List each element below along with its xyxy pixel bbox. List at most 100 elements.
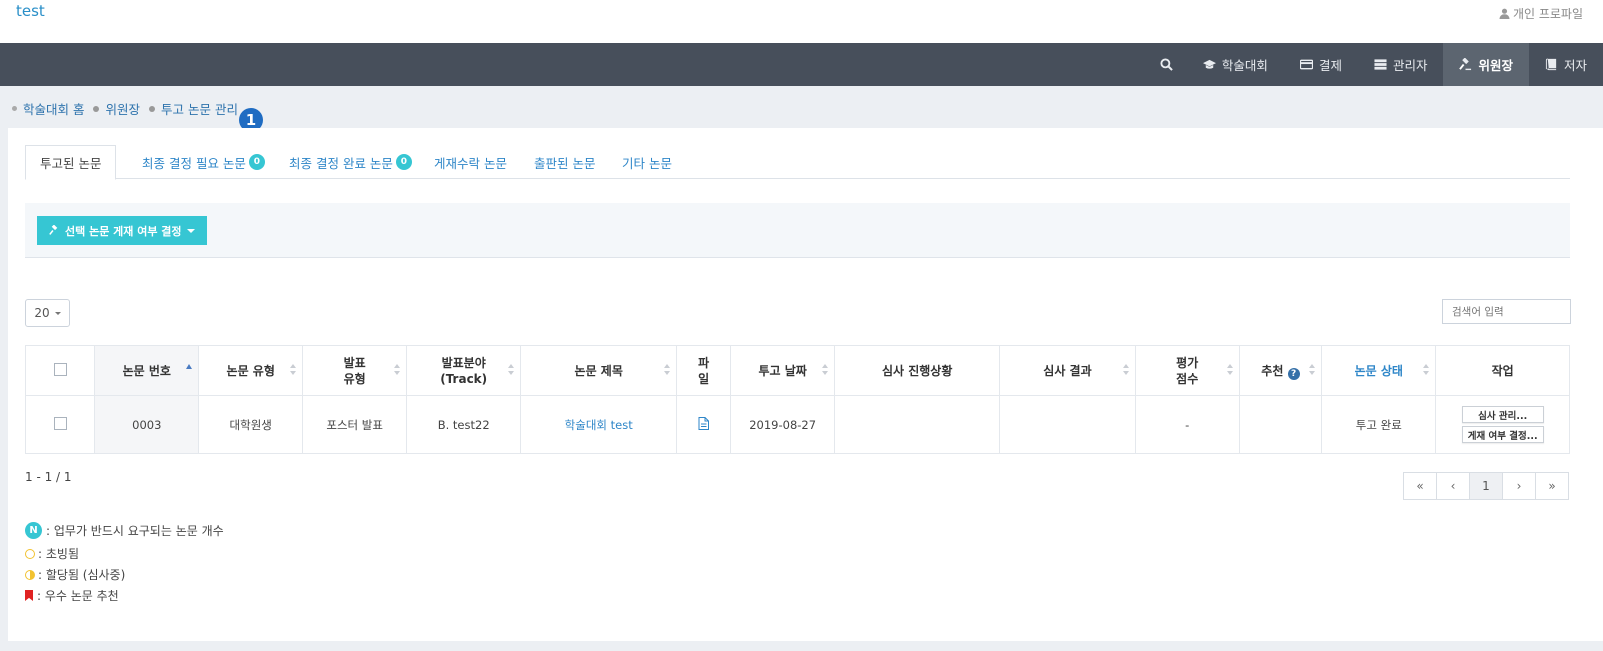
col-date[interactable]: 투고 날짜 (730, 345, 836, 396)
table-header-row: 논문 번호 논문 유형 발표 유형 발표분야 (Track) 논문 제목 파 일… (24, 345, 1570, 396)
help-icon[interactable]: ? (1287, 367, 1300, 380)
nav-search[interactable] (1146, 43, 1187, 86)
search-icon (1160, 58, 1173, 71)
home-icon (12, 106, 17, 111)
user-icon (1499, 8, 1510, 19)
breadcrumb-current[interactable]: 투고 논문 관리 (149, 99, 238, 118)
cell-paper-type: 대학원생 (198, 395, 304, 454)
invited-circle-icon (25, 548, 35, 559)
nav-author[interactable]: 저자 (1529, 43, 1603, 86)
last-page-button[interactable]: » (1535, 472, 1569, 500)
col-title[interactable]: 논문 제목 (520, 345, 678, 396)
bullet-icon (149, 105, 155, 112)
tab-accepted[interactable]: 게재수락 논문 (420, 145, 521, 179)
cell-status: 투고 완료 (1321, 395, 1437, 454)
search-input[interactable] (1442, 299, 1571, 324)
publication-decision-button[interactable]: 게재 여부 결정... (1461, 426, 1544, 443)
tab-label: 최종 결정 완료 논문 (289, 155, 393, 171)
breadcrumb-label: 위원장 (105, 102, 140, 117)
legend-assigned: : 할당됨 (심사중) (38, 568, 126, 582)
select-all-header (24, 345, 96, 396)
count-badge: 0 (395, 154, 412, 170)
paper-title-link[interactable]: 학술대회 test (565, 418, 633, 432)
col-track[interactable]: 발표분야 (Track) (406, 345, 522, 396)
cell-paper-id: 0003 (94, 395, 200, 454)
legend-recommended: : 우수 논문 추천 (37, 589, 119, 603)
cell-actions: 심사 관리... 게재 여부 결정... (1435, 395, 1570, 454)
tab-other[interactable]: 기타 논문 (608, 145, 686, 179)
tab-final-needed[interactable]: 최종 결정 필요 논문 0 (128, 145, 279, 179)
pagination: « ‹ 1 › » (1403, 472, 1569, 500)
nav-label: 위원장 (1478, 58, 1513, 73)
tab-final-done[interactable]: 최종 결정 완료 논문 0 (275, 145, 426, 179)
col-status[interactable]: 논문 상태 (1321, 345, 1437, 396)
table-row: 0003 대학원생 포스터 발표 B. test22 학술대회 test 201… (24, 395, 1570, 454)
breadcrumb-label: 학술대회 홈 (23, 102, 85, 117)
top-header: test 개인 프로파일 (0, 0, 1603, 43)
tab-label: 게재수락 논문 (434, 155, 507, 171)
select-all-checkbox[interactable] (53, 362, 67, 376)
profile-label: 개인 프로파일 (1512, 7, 1583, 21)
header-label: 논문 상태 (1354, 364, 1403, 378)
review-manage-button[interactable]: 심사 관리... (1461, 406, 1544, 423)
action-bar: 선택 논문 게재 여부 결정 (25, 203, 1570, 258)
file-icon[interactable] (698, 416, 710, 430)
col-actions: 작업 (1435, 345, 1570, 396)
main-navbar: 학술대회 결제 관리자 위원장 저자 (0, 43, 1603, 86)
cell-result (999, 395, 1136, 454)
decide-publication-button[interactable]: 선택 논문 게재 여부 결정 (37, 216, 207, 245)
nav-label: 저자 (1563, 58, 1587, 73)
gavel-icon (1459, 58, 1472, 71)
header-label: 심사 진행상황 (881, 364, 953, 378)
paper-tabs: 투고된 논문 최종 결정 필요 논문 0 최종 결정 완료 논문 0 게재수락 논문… (25, 145, 1570, 180)
breadcrumb-home[interactable]: 학술대회 홈 (12, 99, 84, 118)
nav-conference[interactable]: 학술대회 (1187, 43, 1284, 86)
book-icon (1545, 58, 1557, 71)
header-label: 논문 유형 (226, 364, 275, 378)
page-size-select[interactable]: 20 (25, 299, 70, 327)
col-score[interactable]: 평가 점수 (1134, 345, 1240, 396)
button-label: 선택 논문 게재 여부 결정 (65, 224, 182, 238)
tab-label: 최종 결정 필요 논문 (142, 155, 246, 171)
cell-progress (834, 395, 1001, 454)
nav-label: 학술대회 (1221, 58, 1268, 73)
header-label: 추천 (1261, 363, 1284, 378)
chevron-down-icon (186, 228, 195, 233)
nav-chair[interactable]: 위원장 (1443, 43, 1529, 86)
row-checkbox[interactable] (53, 416, 67, 430)
cell-file (676, 395, 732, 454)
next-page-button[interactable]: › (1502, 472, 1536, 500)
tab-label: 기타 논문 (622, 155, 672, 171)
count-badge: 0 (248, 154, 265, 170)
tab-label: 투고된 논문 (40, 156, 102, 171)
header-label: 작업 (1491, 364, 1514, 378)
page-size-value: 20 (34, 306, 50, 320)
result-count: 1 - 1 / 1 (25, 470, 72, 484)
nav-admin[interactable]: 관리자 (1358, 43, 1444, 86)
col-recommend[interactable]: 추천 ? (1238, 345, 1323, 396)
breadcrumb-chair[interactable]: 위원장 (93, 99, 140, 118)
col-paper-id[interactable]: 논문 번호 (94, 345, 200, 396)
col-progress: 심사 진행상황 (834, 345, 1001, 396)
col-presentation[interactable]: 발표 유형 (302, 345, 408, 396)
legend-invited: : 초빙됨 (38, 547, 79, 561)
chevron-down-icon (54, 311, 61, 315)
profile-link[interactable]: 개인 프로파일 (1499, 5, 1583, 22)
tab-submitted[interactable]: 투고된 논문 (25, 145, 117, 180)
prev-page-button[interactable]: ‹ (1436, 472, 1470, 500)
cell-score: - (1134, 395, 1240, 454)
page-button-current[interactable]: 1 (1469, 472, 1503, 500)
brand-title[interactable]: test (16, 2, 45, 20)
nav-payment[interactable]: 결제 (1284, 43, 1358, 86)
tab-published[interactable]: 출판된 논문 (520, 145, 609, 179)
col-paper-type[interactable]: 논문 유형 (198, 345, 304, 396)
col-result[interactable]: 심사 결과 (999, 345, 1136, 396)
row-select-cell (24, 395, 96, 454)
header-label: 논문 제목 (574, 364, 623, 378)
cell-title: 학술대회 test (520, 395, 678, 454)
credit-card-icon (1299, 59, 1313, 70)
first-page-button[interactable]: « (1403, 472, 1437, 500)
assigned-half-circle-icon (25, 569, 35, 580)
n-badge-icon: N (25, 522, 42, 539)
cell-track: B. test22 (406, 395, 522, 454)
